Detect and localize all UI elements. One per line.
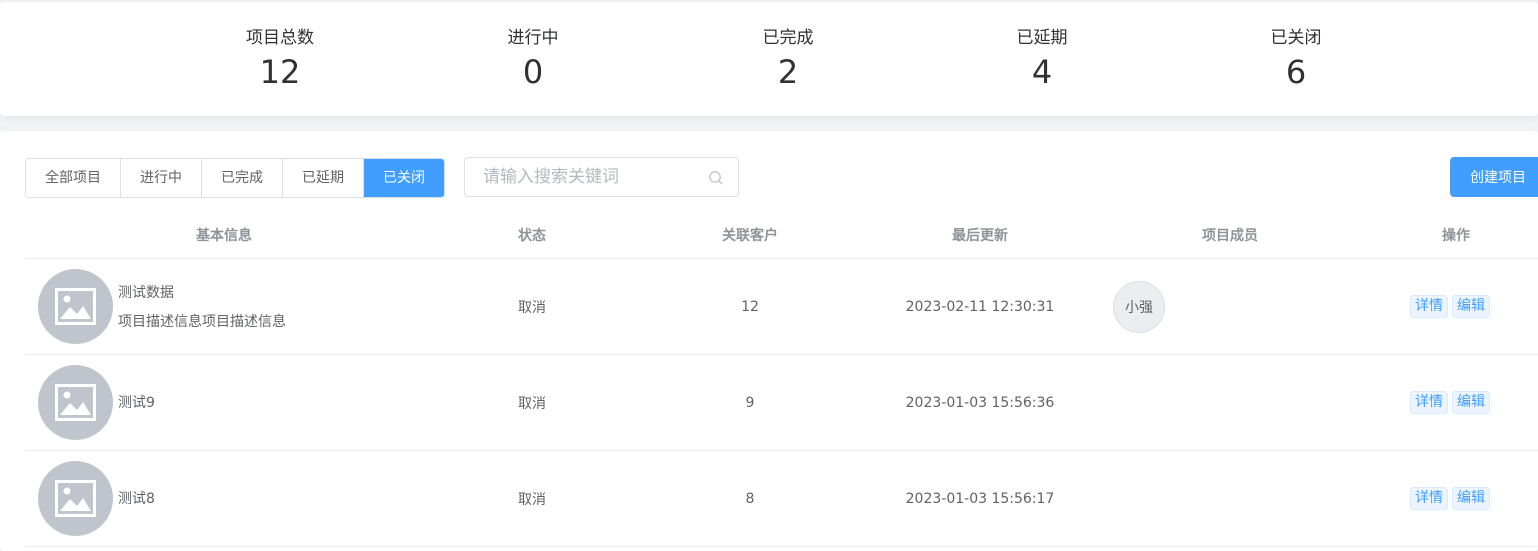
stat-label: 项目总数 bbox=[246, 28, 314, 48]
image-placeholder-icon bbox=[55, 288, 96, 325]
edit-button[interactable]: 编辑 bbox=[1452, 391, 1490, 414]
stat-in-progress: 进行中 0 bbox=[463, 26, 603, 92]
customer-count: 9 bbox=[745, 395, 755, 411]
row-actions: 详情 编辑 bbox=[1410, 391, 1490, 414]
stat-value: 12 bbox=[259, 53, 301, 91]
detail-button[interactable]: 详情 bbox=[1410, 391, 1448, 414]
image-placeholder-icon bbox=[55, 384, 96, 421]
stats-card: 项目总数 12 进行中 0 已完成 2 已延期 4 已关闭 6 bbox=[0, 2, 1538, 116]
stat-label: 进行中 bbox=[507, 28, 559, 48]
row-actions: 详情 编辑 bbox=[1410, 487, 1490, 510]
stat-value: 2 bbox=[777, 53, 799, 91]
stat-label: 已完成 bbox=[762, 28, 814, 48]
detail-button[interactable]: 详情 bbox=[1410, 487, 1448, 510]
detail-button[interactable]: 详情 bbox=[1410, 295, 1448, 318]
search-box bbox=[464, 157, 739, 197]
project-name: 测试9 bbox=[118, 395, 155, 411]
last-updated: 2023-01-03 15:56:36 bbox=[905, 395, 1055, 411]
project-list-card: 全部项目 进行中 已完成 已延期 已关闭 创建项目 基本信息 状态 关联客户 最… bbox=[0, 131, 1538, 551]
table-row: 测试8 取消 8 2023-01-03 15:56:17 详情 编辑 bbox=[25, 451, 1538, 547]
project-table: 基本信息 状态 关联客户 最后更新 项目成员 操作 测试数据 项目描述信息项目描… bbox=[25, 214, 1538, 547]
column-header-status: 状态 bbox=[518, 228, 546, 244]
project-name: 测试数据 bbox=[118, 284, 174, 301]
project-status: 取消 bbox=[518, 300, 546, 316]
customer-count: 8 bbox=[745, 491, 755, 507]
project-info: 测试9 bbox=[118, 355, 155, 451]
edit-button[interactable]: 编辑 bbox=[1452, 487, 1490, 510]
table-row: 测试9 取消 9 2023-01-03 15:56:36 详情 编辑 bbox=[25, 355, 1538, 451]
column-header-actions: 操作 bbox=[1442, 228, 1470, 244]
table-row: 测试数据 项目描述信息项目描述信息 取消 12 2023-02-11 12:30… bbox=[25, 259, 1538, 355]
edit-button[interactable]: 编辑 bbox=[1452, 295, 1490, 318]
project-status: 取消 bbox=[518, 492, 546, 508]
create-project-button[interactable]: 创建项目 bbox=[1450, 157, 1538, 197]
tab-all[interactable]: 全部项目 bbox=[26, 159, 121, 197]
stat-closed: 已关闭 6 bbox=[1226, 26, 1366, 92]
member-avatar[interactable]: 小强 bbox=[1113, 281, 1165, 333]
stat-value: 0 bbox=[522, 53, 544, 91]
column-header-customers: 关联客户 bbox=[722, 228, 778, 244]
project-info: 测试8 bbox=[118, 451, 155, 547]
last-updated: 2023-01-03 15:56:17 bbox=[905, 491, 1055, 507]
stat-total: 项目总数 12 bbox=[210, 26, 350, 92]
project-description: 项目描述信息项目描述信息 bbox=[118, 313, 286, 330]
stat-value: 6 bbox=[1285, 53, 1307, 91]
column-header-last-updated: 最后更新 bbox=[952, 228, 1008, 244]
stat-label: 已延期 bbox=[1016, 28, 1068, 48]
project-info: 测试数据 项目描述信息项目描述信息 bbox=[118, 259, 286, 355]
stat-delayed: 已延期 4 bbox=[972, 26, 1112, 92]
stat-value: 4 bbox=[1031, 53, 1053, 91]
project-status: 取消 bbox=[518, 396, 546, 412]
stat-completed: 已完成 2 bbox=[718, 26, 858, 92]
tab-delayed[interactable]: 已延期 bbox=[283, 159, 364, 197]
column-header-basic-info: 基本信息 bbox=[196, 228, 252, 244]
project-thumbnail bbox=[38, 461, 113, 536]
tab-completed[interactable]: 已完成 bbox=[202, 159, 283, 197]
row-actions: 详情 编辑 bbox=[1410, 295, 1490, 318]
search-icon[interactable] bbox=[708, 170, 724, 186]
customer-count: 12 bbox=[741, 299, 759, 315]
column-header-members: 项目成员 bbox=[1202, 228, 1258, 244]
tab-closed[interactable]: 已关闭 bbox=[364, 159, 444, 197]
table-header: 基本信息 状态 关联客户 最后更新 项目成员 操作 bbox=[25, 214, 1538, 259]
search-input[interactable] bbox=[465, 158, 695, 196]
last-updated: 2023-02-11 12:30:31 bbox=[905, 299, 1055, 315]
stat-label: 已关闭 bbox=[1270, 28, 1322, 48]
project-thumbnail bbox=[38, 365, 113, 440]
filter-tabs: 全部项目 进行中 已完成 已延期 已关闭 bbox=[25, 158, 445, 198]
project-name: 测试8 bbox=[118, 491, 155, 507]
image-placeholder-icon bbox=[55, 480, 96, 517]
tab-in-progress[interactable]: 进行中 bbox=[121, 159, 202, 197]
project-thumbnail bbox=[38, 269, 113, 344]
